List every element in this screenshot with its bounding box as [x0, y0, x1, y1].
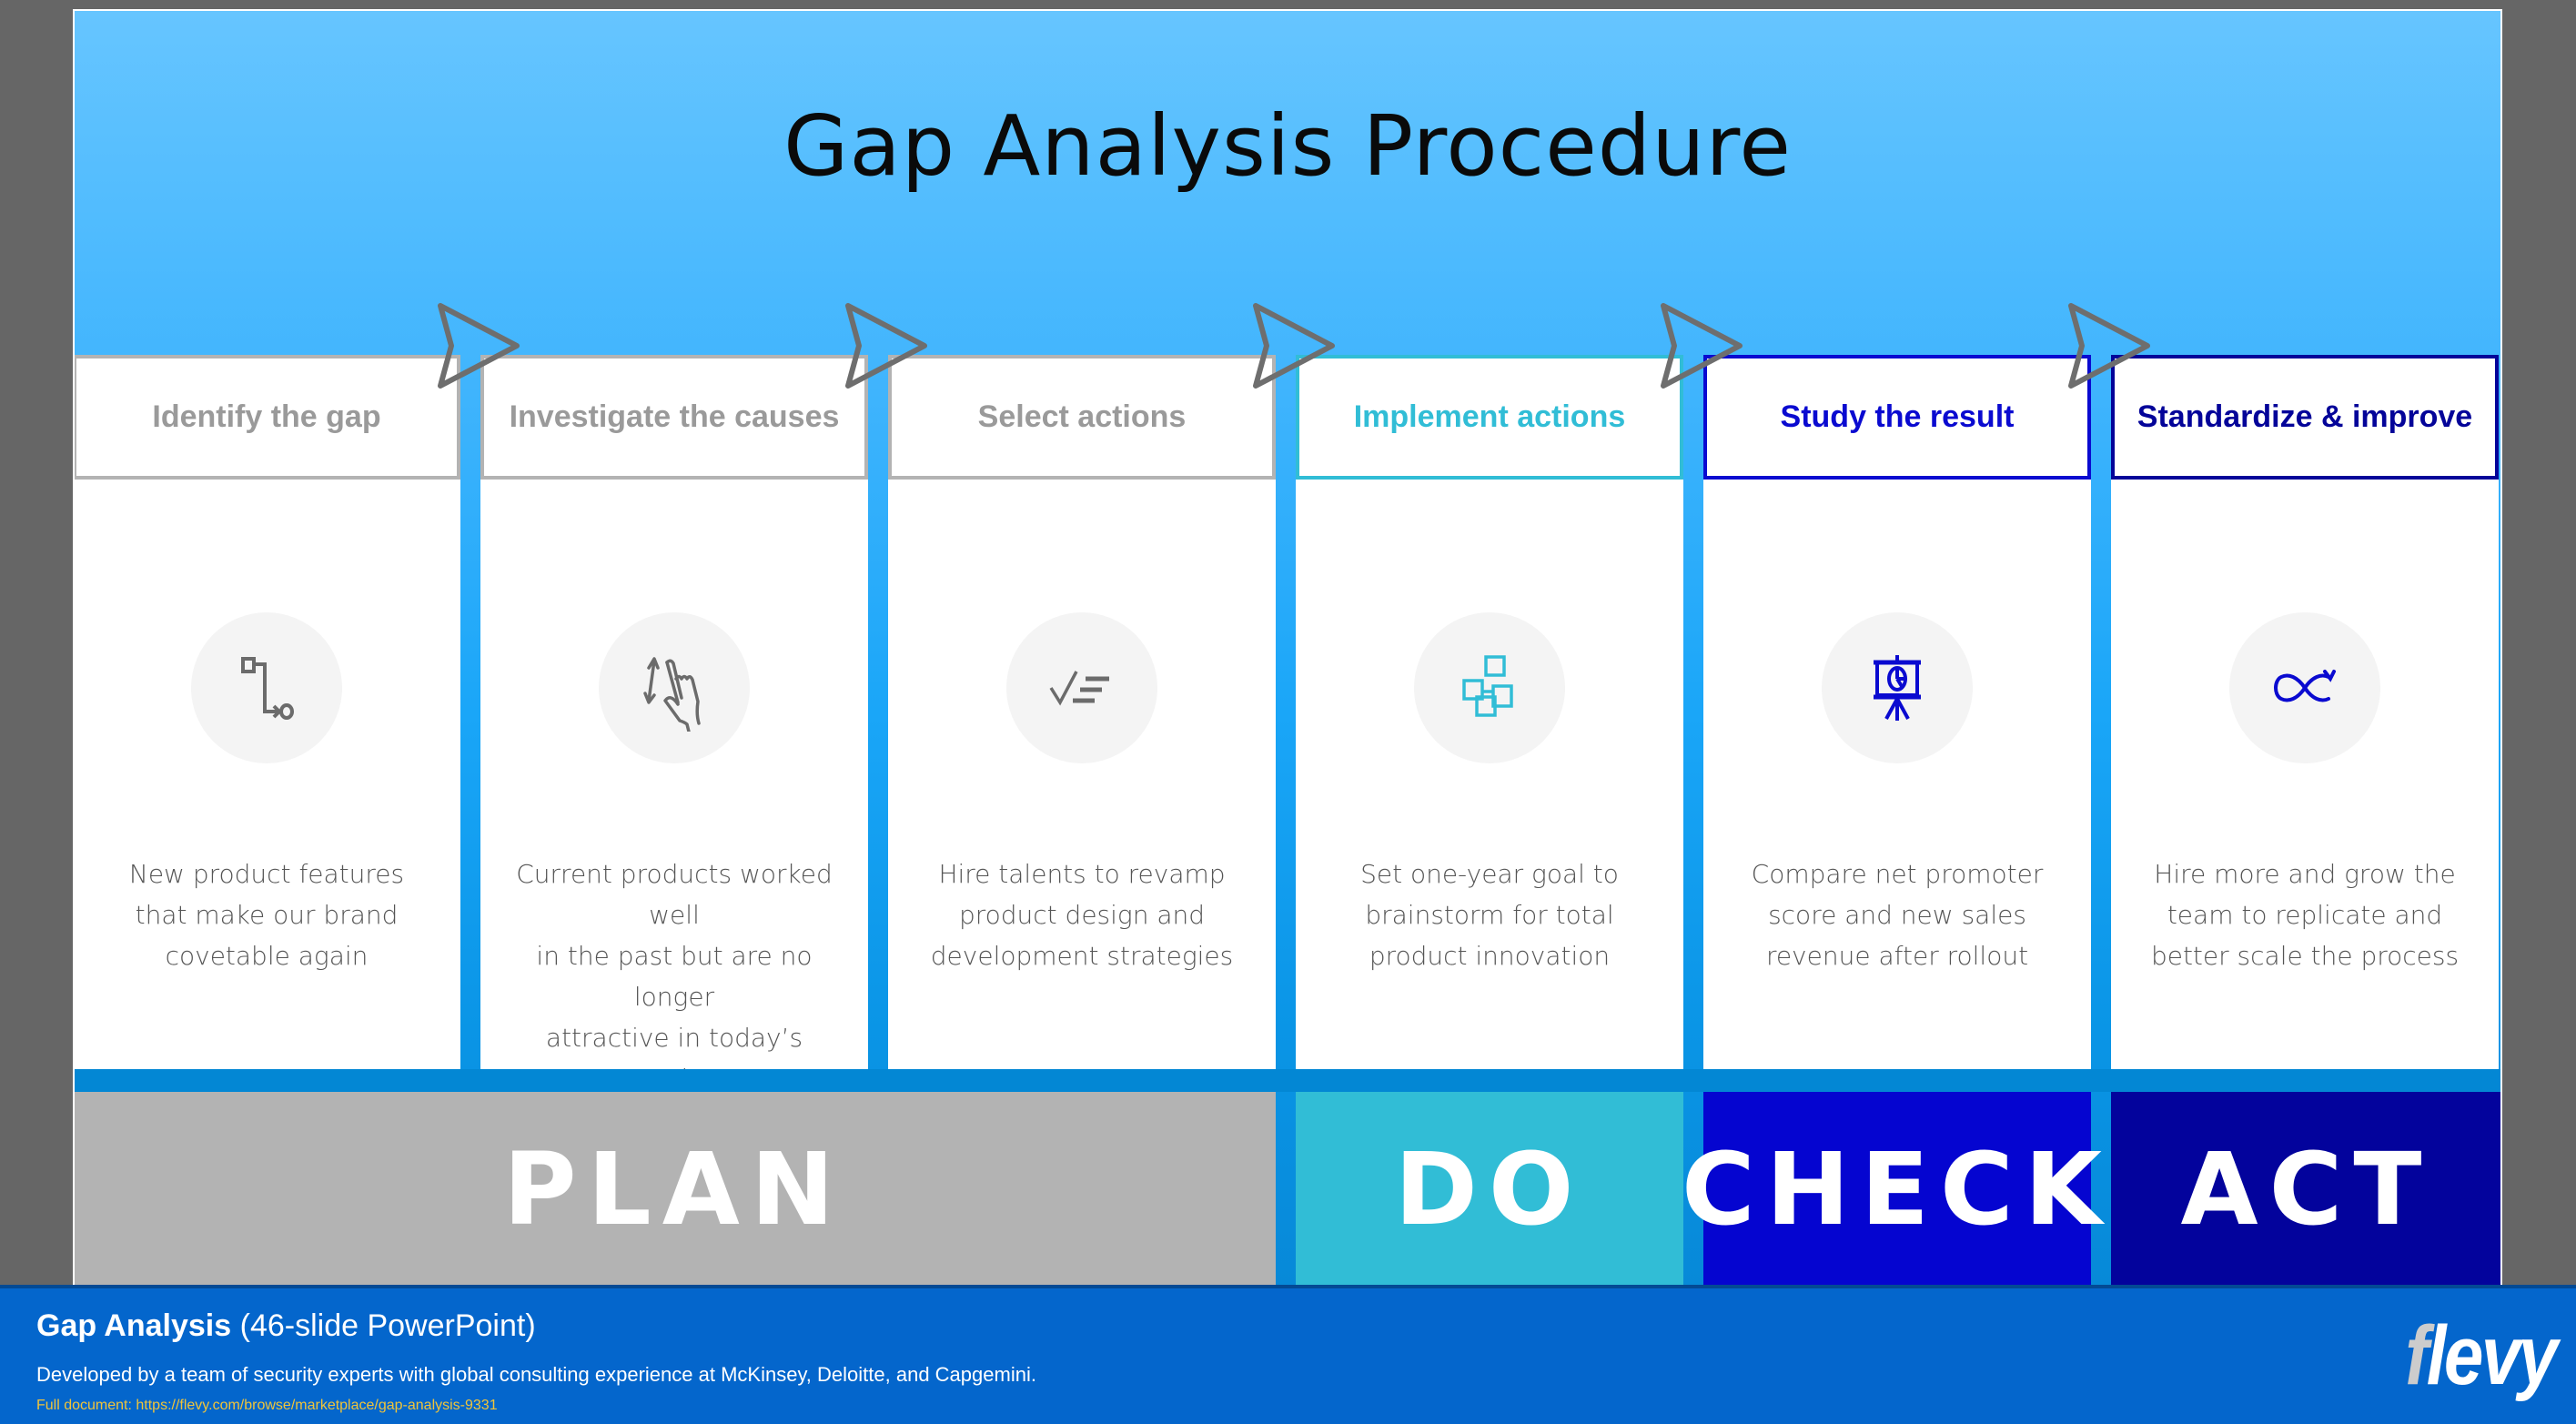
- description-line: New product features: [128, 859, 405, 889]
- description-line: better scale the process: [2150, 941, 2460, 971]
- description-line: product design and: [958, 900, 1206, 930]
- step-column: Select actions Hire talents to revamp pr…: [888, 355, 1276, 1069]
- description-line: that make our brand: [135, 900, 399, 930]
- divider-band: [75, 1069, 2500, 1092]
- step-header: Investigate the causes: [480, 355, 868, 480]
- logo-rest: levy: [2426, 1309, 2559, 1402]
- phase-do: DO: [1296, 1092, 1683, 1285]
- chevron-right-icon: [845, 303, 927, 389]
- chevron-right-icon: [2068, 303, 2150, 389]
- description-line: Compare net promoter: [1751, 859, 2044, 889]
- description-line: Hire talents to revamp: [938, 859, 1226, 889]
- icon-badge: [599, 612, 750, 763]
- step-header: Implement actions: [1296, 355, 1683, 480]
- presentation-chart-icon: [1874, 655, 1921, 721]
- step-column: Investigate the causes Current products …: [480, 355, 868, 1094]
- description-line: in the past but are no longer: [536, 941, 813, 1012]
- phase-check: CHECK: [1682, 1092, 2102, 1285]
- hand-swipe-icon: [643, 657, 701, 732]
- description-line: product innovation: [1369, 941, 1611, 971]
- path-flow-icon: [241, 657, 294, 720]
- step-description: Set one-year goal to brainstorm for tota…: [1314, 853, 1665, 976]
- description-line: Current products worked well: [516, 859, 833, 930]
- step-header: Select actions: [888, 355, 1276, 480]
- step-header: Study the result: [1703, 355, 2091, 480]
- chevron-right-icon: [1661, 303, 1743, 389]
- sticky-notes-icon: [1462, 655, 1513, 717]
- description-line: brainstorm for total: [1365, 900, 1614, 930]
- step-description: Hire more and grow the team to replicate…: [2129, 853, 2480, 976]
- description-line: revenue after rollout: [1765, 941, 2029, 971]
- description-line: Set one-year goal to: [1360, 859, 1619, 889]
- slide-title: Gap Analysis Procedure: [783, 97, 1792, 195]
- step-column: Identify the gap New product features th…: [75, 355, 460, 1069]
- chevron-right-icon: [1253, 303, 1335, 389]
- step-description: Hire talents to revamp product design an…: [906, 853, 1258, 976]
- description-line: covetable again: [165, 941, 369, 971]
- footer-banner: Gap Analysis (46-slide PowerPoint) Devel…: [0, 1285, 2576, 1424]
- step-header: Identify the gap: [75, 355, 460, 480]
- icon-badge: [1006, 612, 1157, 763]
- description-line: Hire more and grow the: [2154, 859, 2456, 889]
- description-line: score and new sales: [1768, 900, 2026, 930]
- footer-title-bold: Gap Analysis: [36, 1308, 232, 1343]
- footer-title-rest: (46-slide PowerPoint): [231, 1308, 536, 1343]
- description-line: development strategies: [930, 941, 1234, 971]
- full-document-link[interactable]: Full document: https://flevy.com/browse/…: [36, 1398, 498, 1414]
- icon-badge: [2229, 612, 2380, 763]
- infinity-loop-icon: [2274, 670, 2336, 702]
- step-column: Standardize & improve Hire more and grow…: [2111, 355, 2499, 1069]
- logo-f: f: [2405, 1309, 2430, 1402]
- footer-title: Gap Analysis (46-slide PowerPoint): [36, 1308, 536, 1344]
- description-line: team to replicate and: [2167, 900, 2443, 930]
- phase-plan: PLAN: [75, 1092, 1276, 1285]
- icon-badge: [1414, 612, 1565, 763]
- checklist-icon: [1049, 671, 1109, 706]
- phase-act: ACT: [2111, 1092, 2500, 1285]
- step-column: Study the result Compare net promoter sc…: [1703, 355, 2091, 1069]
- slide: Gap Analysis Procedure Identify the gap …: [73, 9, 2502, 1285]
- step-description: New product features that make our brand…: [91, 853, 442, 976]
- footer-description: Developed by a team of security experts …: [36, 1363, 1036, 1386]
- step-description: Current products worked well in the past…: [499, 853, 850, 1099]
- flevy-logo[interactable]: flevy: [2405, 1308, 2559, 1404]
- icon-badge: [1822, 612, 1973, 763]
- step-header: Standardize & improve: [2111, 355, 2499, 480]
- step-description: Compare net promoter score and new sales…: [1722, 853, 2073, 976]
- chevron-right-icon: [438, 303, 520, 389]
- icon-badge: [191, 612, 342, 763]
- step-column: Implement actions Set one-year goal to b…: [1296, 355, 1683, 1069]
